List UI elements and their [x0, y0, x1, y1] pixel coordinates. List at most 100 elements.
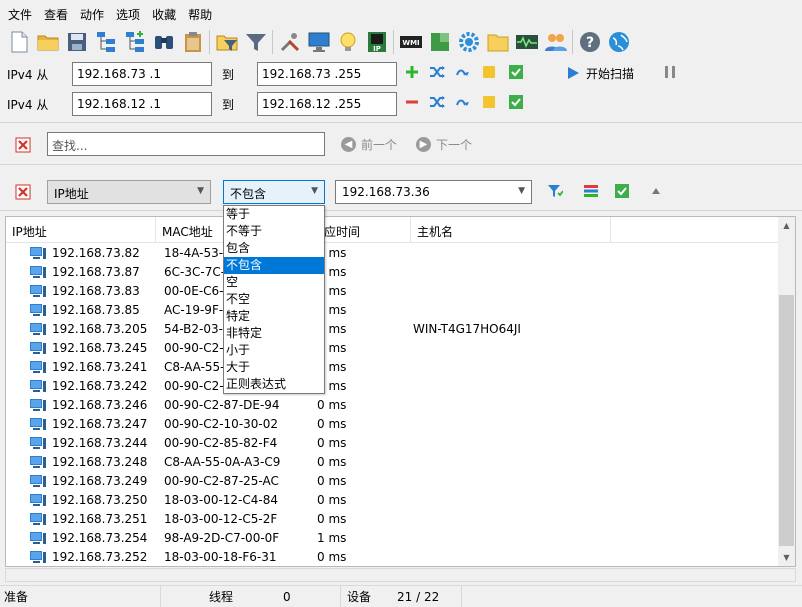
lightbulb-icon[interactable] — [333, 28, 362, 56]
save-icon[interactable] — [62, 28, 91, 56]
table-row[interactable]: 192.168.73.244 00-90-C2-85-82-F4 0 ms — [6, 433, 779, 452]
shuffle-icon[interactable] — [428, 63, 446, 81]
range2-to-input[interactable]: 192.168.12 .255 — [257, 92, 397, 116]
shuffle-icon[interactable] — [428, 93, 446, 111]
search-input[interactable]: 查找... — [47, 132, 325, 156]
table-row[interactable]: 192.168.73.247 00-90-C2-10-30-02 0 ms — [6, 414, 779, 433]
dropdown-option[interactable]: 包含 — [224, 240, 324, 257]
range1-from-input[interactable]: 192.168.73 .1 — [72, 62, 212, 86]
table-row[interactable]: 192.168.73.254 98-A9-2D-C7-00-0F 1 ms — [6, 528, 779, 547]
scroll-up-icon[interactable]: ▲ — [778, 217, 795, 234]
menu-favorites[interactable]: 收藏 — [146, 4, 182, 24]
dropdown-option[interactable]: 不空 — [224, 291, 324, 308]
vertical-scrollbar[interactable]: ▲ ▼ — [778, 217, 795, 566]
divider — [0, 122, 802, 123]
condition-dropdown-list[interactable]: 等于 不等于 包含 不包含空不空 特定 非特定 小于 大于 正则表达式 — [223, 205, 325, 394]
dropdown-option[interactable]: 正则表达式 — [224, 376, 324, 393]
ip-text: 192.168.73.241 — [52, 359, 148, 374]
arrow-left-icon: ◀ — [341, 137, 356, 152]
horizontal-scrollbar[interactable] — [5, 568, 796, 582]
wave-icon[interactable] — [454, 93, 472, 111]
cell-ip: 192.168.73.252 — [6, 550, 158, 564]
dropdown-option[interactable]: 特定 — [224, 308, 324, 325]
collapse-arrow-icon[interactable] — [647, 182, 665, 200]
globe-icon[interactable] — [604, 28, 633, 56]
close-filter-icon[interactable] — [14, 183, 32, 201]
note-icon[interactable] — [480, 93, 498, 111]
table-row[interactable]: 192.168.73.250 18-03-00-12-C4-84 0 ms — [6, 490, 779, 509]
add-range-icon[interactable] — [403, 63, 421, 81]
dropdown-option[interactable]: 非特定 — [224, 325, 324, 342]
add-network-icon[interactable] — [120, 28, 149, 56]
next-result-button[interactable]: ▶ 下一个 — [416, 136, 472, 153]
dropdown-option[interactable]: 小于 — [224, 342, 324, 359]
filter-condition-select[interactable]: 不包含 ▼ — [223, 180, 325, 204]
cell-ip: 192.168.73.247 — [6, 417, 158, 431]
table-row[interactable]: 192.168.73.242 00-90-C2- 0 ms — [6, 376, 779, 395]
table-row[interactable]: 192.168.73.251 18-03-00-12-C5-2F 0 ms — [6, 509, 779, 528]
ip-text: 192.168.73.246 — [52, 397, 148, 412]
scroll-thumb[interactable] — [779, 295, 794, 546]
pause-icon[interactable] — [661, 63, 679, 81]
open-folder-icon[interactable] — [33, 28, 62, 56]
filter-icon[interactable] — [241, 28, 270, 56]
remove-range-icon[interactable] — [403, 93, 421, 111]
menu-file[interactable]: 文件 — [2, 4, 38, 24]
new-file-icon[interactable] — [4, 28, 33, 56]
users-icon[interactable] — [541, 28, 570, 56]
dropdown-option[interactable]: 空 — [224, 274, 324, 291]
dropdown-option[interactable]: 等于 — [224, 206, 324, 223]
checkbox-icon[interactable] — [613, 182, 631, 200]
clipboard-icon[interactable] — [178, 28, 207, 56]
checkbox-icon[interactable] — [507, 93, 525, 111]
folder-icon[interactable] — [483, 28, 512, 56]
network-tree-icon[interactable] — [91, 28, 120, 56]
filter-folder-icon[interactable] — [212, 28, 241, 56]
dropdown-option[interactable]: 不包含 — [224, 257, 324, 274]
filter-field-select[interactable]: IP地址 ▼ — [47, 180, 211, 204]
table-row[interactable]: 192.168.73.245 00-90-C2- 0 ms — [6, 338, 779, 357]
table-row[interactable]: 192.168.73.82 18-4A-53- 0 ms — [6, 243, 779, 262]
ip-card-icon[interactable]: IP — [362, 28, 391, 56]
dropdown-option[interactable]: 大于 — [224, 359, 324, 376]
table-row[interactable]: 192.168.73.85 AC-19-9F- 5 ms — [6, 300, 779, 319]
range2-from-input[interactable]: 192.168.12 .1 — [72, 92, 212, 116]
gear-icon[interactable] — [454, 28, 483, 56]
oscilloscope-icon[interactable] — [512, 28, 541, 56]
binoculars-icon[interactable] — [149, 28, 178, 56]
column-hostname[interactable]: 主机名 — [411, 217, 611, 243]
wmi-icon[interactable]: WMI — [396, 28, 425, 56]
tools-icon[interactable] — [275, 28, 304, 56]
wave-icon[interactable] — [454, 63, 472, 81]
menu-help[interactable]: 帮助 — [182, 4, 218, 24]
cell-ip: 192.168.73.249 — [6, 474, 158, 488]
menu-view[interactable]: 查看 — [38, 4, 74, 24]
table-row[interactable]: 192.168.73.252 18-03-00-18-F6-31 0 ms — [6, 547, 779, 566]
results-list[interactable]: IP地址 MAC地址 响应时间 主机名 192.168.73.82 18-4A-5… — [5, 216, 796, 567]
apply-filter-icon[interactable] — [546, 182, 564, 200]
start-scan-button[interactable]: 开始扫描 — [566, 63, 634, 83]
table-row[interactable]: 192.168.73.241 C8-AA-55- 0 ms — [6, 357, 779, 376]
prev-result-button[interactable]: ◀ 前一个 — [341, 136, 397, 153]
table-row[interactable]: 192.168.73.248 C8-AA-55-0A-A3-C9 0 ms — [6, 452, 779, 471]
help-icon[interactable]: ? — [575, 28, 604, 56]
monitor-icon[interactable] — [304, 28, 333, 56]
scroll-down-icon[interactable]: ▼ — [778, 549, 795, 566]
ip-text: 192.168.73.248 — [52, 454, 148, 469]
column-ip[interactable]: IP地址 — [6, 217, 156, 243]
color-list-icon[interactable] — [582, 182, 600, 200]
table-row[interactable]: 192.168.73.246 00-90-C2-87-DE-94 0 ms — [6, 395, 779, 414]
green-cube-icon[interactable] — [425, 28, 454, 56]
range1-to-input[interactable]: 192.168.73 .255 — [257, 62, 397, 86]
table-row[interactable]: 192.168.73.205 54-B2-03- 0 ms WIN-T4G17HO64… — [6, 319, 779, 338]
checkbox-icon[interactable] — [507, 63, 525, 81]
filter-value-combo[interactable]: 192.168.73.36 ▼ — [335, 180, 532, 204]
table-row[interactable]: 192.168.73.87 6C-3C-7C- 0 ms — [6, 262, 779, 281]
note-icon[interactable] — [480, 63, 498, 81]
menu-options[interactable]: 选项 — [110, 4, 146, 24]
dropdown-option[interactable]: 不等于 — [224, 223, 324, 240]
menu-action[interactable]: 动作 — [74, 4, 110, 24]
close-search-icon[interactable] — [14, 136, 32, 154]
table-row[interactable]: 192.168.73.249 00-90-C2-87-25-AC 0 ms — [6, 471, 779, 490]
table-row[interactable]: 192.168.73.83 00-0E-C6- 0 ms — [6, 281, 779, 300]
